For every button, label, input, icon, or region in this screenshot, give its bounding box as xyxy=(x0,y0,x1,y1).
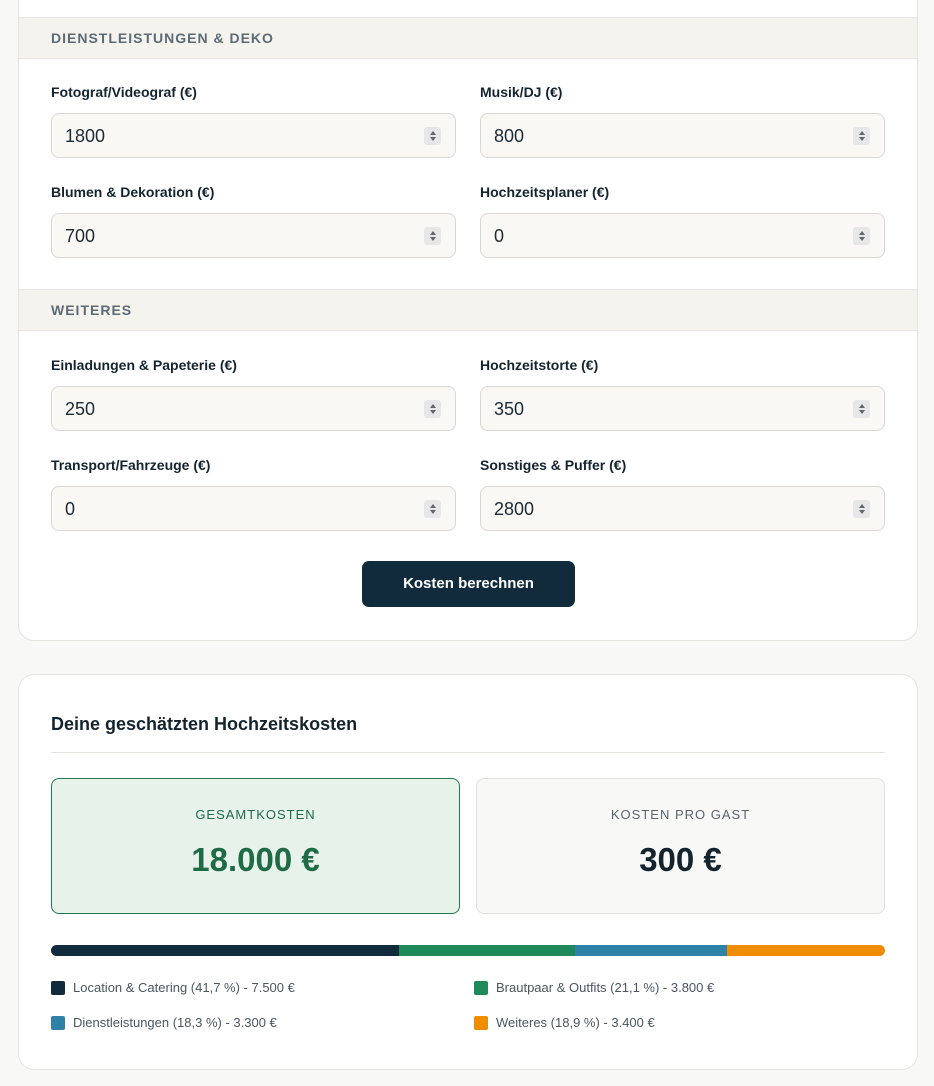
input-value[interactable]: 0 xyxy=(65,499,75,520)
cost-form-card: DIENSTLEISTUNGEN & DEKO Fotograf/Videogr… xyxy=(18,0,918,641)
music-dj-field: Musik/DJ (€) 800 xyxy=(480,84,885,158)
transport-input[interactable]: 0 xyxy=(51,486,456,531)
number-spinner-icon[interactable] xyxy=(853,227,870,245)
section-header-services: DIENSTLEISTUNGEN & DEKO xyxy=(19,17,917,59)
music-dj-input[interactable]: 800 xyxy=(480,113,885,158)
wedding-cake-input[interactable]: 350 xyxy=(480,386,885,431)
number-spinner-icon[interactable] xyxy=(853,500,870,518)
section-title: DIENSTLEISTUNGEN & DEKO xyxy=(51,30,274,46)
wedding-planner-input[interactable]: 0 xyxy=(480,213,885,258)
field-label: Hochzeitsplaner (€) xyxy=(480,184,610,200)
field-label: Transport/Fahrzeuge (€) xyxy=(51,457,211,473)
field-label: Blumen & Dekoration (€) xyxy=(51,184,215,200)
wedding-planner-field: Hochzeitsplaner (€) 0 xyxy=(480,184,885,258)
number-spinner-icon[interactable] xyxy=(424,127,441,145)
cost-per-guest-label: KOSTEN PRO GAST xyxy=(610,807,751,822)
legend-label: Weiteres (18,9 %) - 3.400 € xyxy=(496,1015,655,1030)
transport-field: Transport/Fahrzeuge (€) 0 xyxy=(51,457,456,531)
field-label: Musik/DJ (€) xyxy=(480,84,563,100)
cost-breakdown-bar xyxy=(51,945,885,956)
input-value[interactable]: 1800 xyxy=(65,126,105,147)
total-cost-value: 18.000 € xyxy=(191,841,320,878)
legend-swatch xyxy=(51,981,65,995)
invitations-input[interactable]: 250 xyxy=(51,386,456,431)
divider xyxy=(51,752,885,753)
breakdown-segment-3 xyxy=(574,945,728,956)
legend-label: Brautpaar & Outfits (21,1 %) - 3.800 € xyxy=(496,980,715,995)
section-header-more: WEITERES xyxy=(19,289,917,331)
number-spinner-icon[interactable] xyxy=(424,227,441,245)
misc-buffer-input[interactable]: 2800 xyxy=(480,486,885,531)
legend-label: Dienstleistungen (18,3 %) - 3.300 € xyxy=(73,1015,277,1030)
legend-label: Location & Catering (41,7 %) - 7.500 € xyxy=(73,980,295,995)
breakdown-segment-4 xyxy=(727,945,885,956)
legend-swatch xyxy=(474,1016,488,1030)
result-title: Deine geschätzten Hochzeitskosten xyxy=(51,714,358,734)
input-value[interactable]: 0 xyxy=(494,226,504,247)
misc-buffer-field: Sonstiges & Puffer (€) 2800 xyxy=(480,457,885,531)
photographer-input[interactable]: 1800 xyxy=(51,113,456,158)
number-spinner-icon[interactable] xyxy=(424,400,441,418)
field-label: Einladungen & Papeterie (€) xyxy=(51,357,237,373)
invitations-field: Einladungen & Papeterie (€) 250 xyxy=(51,357,456,431)
cost-per-guest-box: KOSTEN PRO GAST 300 € xyxy=(476,778,885,914)
input-value[interactable]: 2800 xyxy=(494,499,534,520)
calculate-costs-button[interactable]: Kosten berechnen xyxy=(362,561,575,607)
input-value[interactable]: 800 xyxy=(494,126,524,147)
field-label: Sonstiges & Puffer (€) xyxy=(480,457,627,473)
input-value[interactable]: 700 xyxy=(65,226,95,247)
input-value[interactable]: 350 xyxy=(494,399,524,420)
breakdown-segment-1 xyxy=(51,945,399,956)
section-title: WEITERES xyxy=(51,302,133,318)
result-card: Deine geschätzten Hochzeitskosten GESAMT… xyxy=(18,674,918,1070)
field-label: Fotograf/Videograf (€) xyxy=(51,84,197,100)
total-cost-label: GESAMTKOSTEN xyxy=(195,807,316,822)
flowers-decoration-field: Blumen & Dekoration (€) 700 xyxy=(51,184,456,258)
field-label: Hochzeitstorte (€) xyxy=(480,357,599,373)
flowers-decoration-input[interactable]: 700 xyxy=(51,213,456,258)
number-spinner-icon[interactable] xyxy=(424,500,441,518)
wedding-cake-field: Hochzeitstorte (€) 350 xyxy=(480,357,885,431)
legend-swatch xyxy=(51,1016,65,1030)
number-spinner-icon[interactable] xyxy=(853,127,870,145)
number-spinner-icon[interactable] xyxy=(853,400,870,418)
cost-per-guest-value: 300 € xyxy=(639,841,722,878)
input-value[interactable]: 250 xyxy=(65,399,95,420)
total-cost-box: GESAMTKOSTEN 18.000 € xyxy=(51,778,460,914)
legend-swatch xyxy=(474,981,488,995)
breakdown-segment-2 xyxy=(398,945,575,956)
photographer-field: Fotograf/Videograf (€) 1800 xyxy=(51,84,456,158)
